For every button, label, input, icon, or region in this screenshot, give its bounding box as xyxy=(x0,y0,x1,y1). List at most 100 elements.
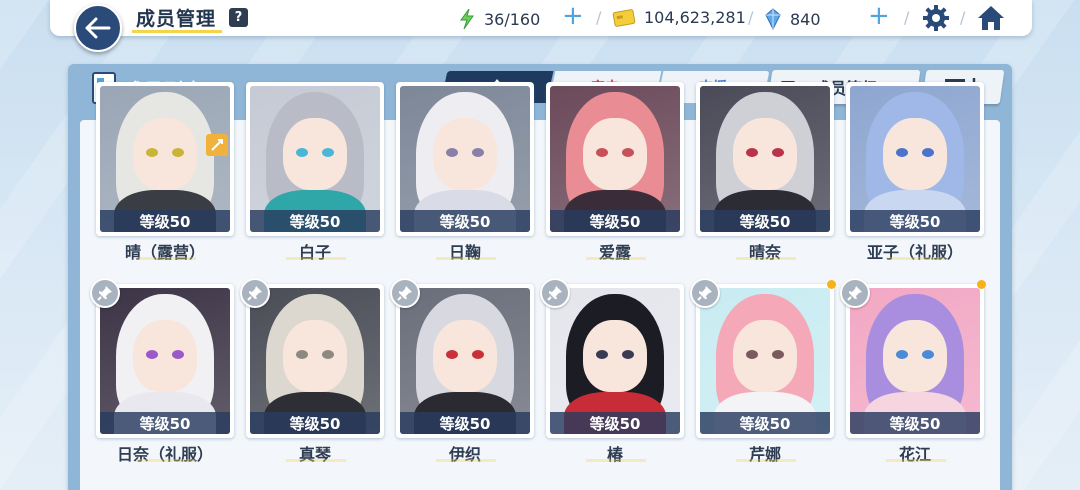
portrait-eye xyxy=(622,350,634,359)
level-label: 等级50 xyxy=(850,210,980,232)
level-label: 等级50 xyxy=(550,210,680,232)
portrait-eye xyxy=(596,350,608,359)
credits-resource: 104,623,281 xyxy=(612,8,746,27)
portrait-eye xyxy=(922,148,934,157)
home-button[interactable] xyxy=(976,4,1006,36)
pin-button[interactable] xyxy=(90,278,120,308)
pin-icon xyxy=(547,286,562,301)
member-card[interactable]: 等级50 xyxy=(246,82,384,236)
portrait-eye xyxy=(896,350,908,359)
portrait-eye xyxy=(146,148,158,157)
back-button[interactable] xyxy=(74,4,122,52)
portrait-face xyxy=(733,320,797,392)
portrait-eye xyxy=(172,148,184,157)
portrait-eye xyxy=(746,350,758,359)
member-card[interactable]: 等级50 xyxy=(846,284,984,438)
gems-resource: 840 xyxy=(764,8,821,30)
settings-button[interactable] xyxy=(922,4,950,36)
level-label: 等级50 xyxy=(400,412,530,434)
portrait-eye xyxy=(746,148,758,157)
lightning-icon xyxy=(460,8,474,30)
pin-icon xyxy=(247,286,262,301)
member-card[interactable]: 等级50 xyxy=(396,284,534,438)
member-card[interactable]: 等级50 xyxy=(546,284,684,438)
portrait-eye xyxy=(296,148,308,157)
portrait-face xyxy=(283,320,347,392)
level-label: 等级50 xyxy=(250,210,380,232)
gear-icon xyxy=(923,5,949,31)
level-label: 等级50 xyxy=(250,412,380,434)
pin-button[interactable] xyxy=(240,278,270,308)
help-button[interactable]: ? xyxy=(229,8,248,27)
level-label: 等级50 xyxy=(700,412,830,434)
level-label: 等级50 xyxy=(100,412,230,434)
member-card[interactable]: 等级50 xyxy=(696,284,834,438)
pin-icon xyxy=(847,286,862,301)
level-label: 等级50 xyxy=(100,210,230,232)
stamina-resource: 36/160 xyxy=(458,8,540,30)
member-card[interactable]: 等级50 xyxy=(846,82,984,236)
pin-button[interactable] xyxy=(390,278,420,308)
name-underline xyxy=(286,257,346,260)
portrait-face xyxy=(583,320,647,392)
gem-icon xyxy=(765,8,781,30)
portrait-eye xyxy=(472,148,484,157)
portrait-eye xyxy=(146,350,158,359)
pin-icon xyxy=(697,286,712,301)
add-gems-button[interactable]: + xyxy=(868,3,890,29)
name-underline xyxy=(886,257,946,260)
name-underline xyxy=(136,459,196,462)
stamina-value: 36/160 xyxy=(484,9,541,29)
pin-icon xyxy=(97,286,112,301)
credit-card-icon xyxy=(612,8,636,27)
member-card[interactable]: 等级50 xyxy=(546,82,684,236)
level-label: 等级50 xyxy=(850,412,980,434)
add-stamina-button[interactable]: + xyxy=(562,3,584,29)
notification-dot xyxy=(977,280,986,289)
portrait-eye xyxy=(596,148,608,157)
name-underline xyxy=(736,257,796,260)
credits-value: 104,623,281 xyxy=(644,8,746,27)
divider: / xyxy=(960,8,966,27)
pin-button[interactable] xyxy=(690,278,720,308)
name-underline xyxy=(286,459,346,462)
level-label: 等级50 xyxy=(700,210,830,232)
back-arrow-icon xyxy=(85,17,111,39)
gems-value: 840 xyxy=(790,9,821,29)
portrait-eye xyxy=(922,350,934,359)
portrait-eye xyxy=(772,350,784,359)
member-card[interactable]: 等级50 xyxy=(96,284,234,438)
level-label: 等级50 xyxy=(400,210,530,232)
title-underline xyxy=(132,30,222,33)
pin-button[interactable] xyxy=(840,278,870,308)
portrait-eye xyxy=(296,350,308,359)
home-icon xyxy=(978,6,1004,30)
member-card[interactable]: 等级50 xyxy=(696,82,834,236)
portrait-eye xyxy=(622,148,634,157)
divider: / xyxy=(904,8,910,27)
pin-button[interactable] xyxy=(540,278,570,308)
name-underline xyxy=(736,459,796,462)
name-underline xyxy=(436,459,496,462)
portrait-eye xyxy=(322,148,334,157)
member-card[interactable]: 等级50 xyxy=(96,82,234,236)
portrait-eye xyxy=(896,148,908,157)
portrait-face xyxy=(433,118,497,190)
portrait-face xyxy=(133,320,197,392)
member-card[interactable]: 等级50 xyxy=(246,284,384,438)
name-underline xyxy=(436,257,496,260)
level-label: 等级50 xyxy=(550,412,680,434)
page-title: 成员管理 xyxy=(136,8,217,30)
portrait-eye xyxy=(772,148,784,157)
portrait-face xyxy=(283,118,347,190)
portrait-eye xyxy=(172,350,184,359)
portrait-face xyxy=(133,118,197,190)
divider: / xyxy=(748,8,754,27)
notification-dot xyxy=(827,280,836,289)
portrait-eye xyxy=(472,350,484,359)
portrait-face xyxy=(433,320,497,392)
divider: / xyxy=(596,8,602,27)
member-card[interactable]: 等级50 xyxy=(396,82,534,236)
portrait-face xyxy=(883,320,947,392)
portrait-face xyxy=(883,118,947,190)
